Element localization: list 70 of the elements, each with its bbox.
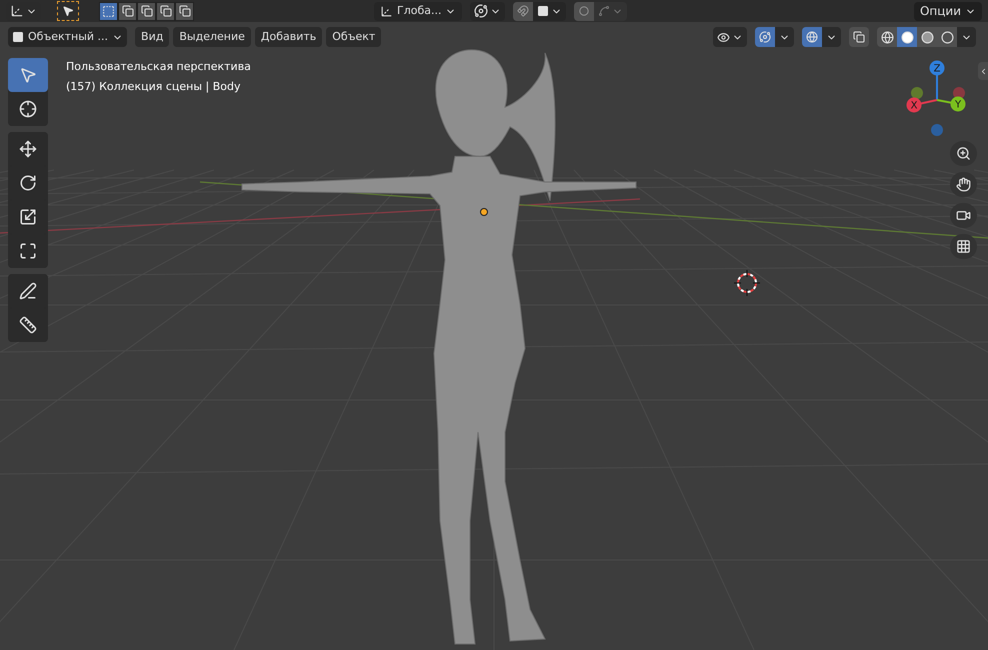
overlays-dropdown[interactable] [822,27,841,47]
select-mode-button[interactable] [175,2,194,20]
navigation-button[interactable] [950,234,977,259]
transform-orientation-dropdown[interactable]: Глоба... [374,2,462,20]
overlap-squares-icon [160,5,172,17]
navigation-button[interactable] [950,172,977,197]
snap-toggle[interactable] [513,2,534,20]
sidebar-toggle[interactable] [978,62,988,80]
axis-gizmo[interactable]: Z X Y [900,56,974,136]
options-dropdown[interactable]: Опции [914,2,982,20]
shading-mode-button[interactable] [897,27,917,47]
overlap-squares-icon [140,5,152,17]
move-arrows-icon [19,140,37,158]
scale-icon [19,208,37,226]
pivot-point-dropdown[interactable] [470,2,506,20]
zoom-icon [956,146,971,161]
falloff-dropdown[interactable] [594,2,628,20]
axis-handle[interactable]: Z [930,60,944,76]
dashed-square-icon [102,4,115,18]
cursor-icon [62,5,74,17]
navigation-button[interactable] [950,203,977,228]
half-shaded-sphere-icon [920,30,934,44]
view-name-label: Пользовательская перспектива [66,59,251,75]
collection-info-label: (157) Коллекция сцены | Body [66,78,242,95]
select-tool-button[interactable] [57,1,79,21]
ruler-icon [19,316,37,334]
xray-toggle[interactable] [849,27,869,47]
select-mode-button[interactable] [118,2,137,20]
negative-axis-handle[interactable] [911,87,923,99]
hand-icon [956,177,971,192]
overlays-toggle[interactable] [802,27,822,47]
shading-mode-button[interactable] [917,27,937,47]
menu-item[interactable]: Добавить [254,27,322,47]
axes-icon [380,4,393,18]
crosshair-icon [19,100,37,118]
proportional-editing-toggle[interactable] [574,2,594,20]
solid-sphere-icon [900,30,914,44]
eye-icon [717,30,730,44]
overlap-squares-icon [122,5,134,17]
select-mode-button[interactable] [156,2,175,20]
rotate-icon [19,174,37,192]
overlap-squares-icon [178,5,190,17]
visibility-dropdown[interactable] [713,27,747,47]
magnet-icon [517,5,530,17]
gizmo-dropdown[interactable] [775,27,794,47]
select-mode-button[interactable] [137,2,156,20]
mode-dropdown[interactable]: Объектный ... [8,27,128,47]
menu-item[interactable]: Вид [135,27,170,47]
axis-handle[interactable]: X [906,98,922,112]
camera-icon [956,208,971,223]
snap-target-dropdown[interactable] [533,2,566,20]
origin-dot [480,208,488,216]
falloff-curve-icon [598,5,610,17]
menu-item[interactable]: Объект [326,27,382,47]
shading-mode-button[interactable] [877,27,897,47]
axis-handle[interactable]: Y [950,96,966,112]
select-box-icon [19,66,37,84]
select-mode-button[interactable] [99,2,118,20]
gizmo-toggle[interactable] [755,27,775,47]
wireframe-sphere-icon [880,30,894,44]
3d-cursor-icon [734,270,760,296]
navigation-button[interactable] [950,141,977,166]
menu-item[interactable]: Выделение [173,27,251,47]
negative-axis-handle[interactable] [931,124,943,136]
rendered-sphere-icon [940,30,954,44]
pencil-icon [19,282,37,300]
square-icon [537,5,550,17]
shading-mode-button[interactable] [937,27,957,47]
shading-dropdown[interactable] [957,27,976,47]
grid-icon [956,239,971,254]
